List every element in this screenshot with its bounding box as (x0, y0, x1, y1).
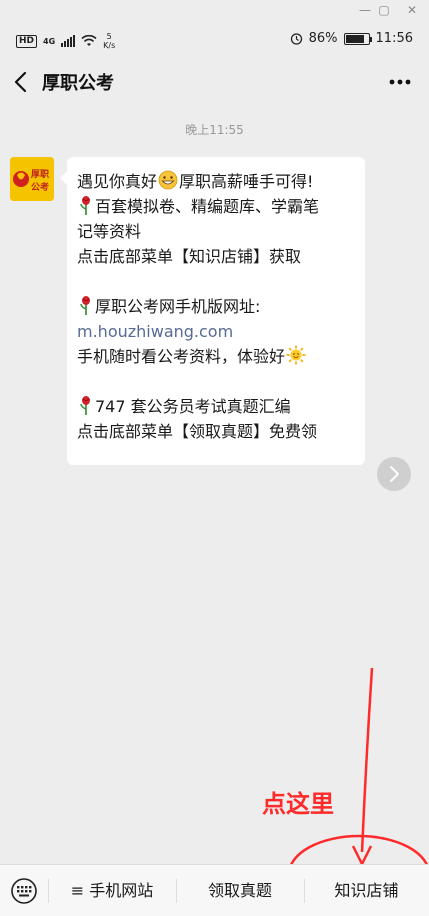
network-speed: 5 K/s (103, 32, 116, 50)
hd-badge: HD (16, 34, 38, 48)
message-line: 747 套公务员考试真题汇编 (77, 394, 355, 419)
message-line: 手机随时看公考资料，体验好 (77, 344, 355, 369)
message-line: 点击底部菜单【知识店铺】获取 (77, 247, 302, 266)
avatar[interactable]: 厚职 公考 (10, 157, 54, 201)
nav-bar: 厚职公考 (0, 56, 429, 108)
bottom-menu: ≡ 手机网站 领取真题 知识店铺 (0, 864, 429, 916)
svg-text:公考: 公考 (31, 181, 49, 193)
rose-icon (80, 196, 90, 215)
status-bar: HD 4G 5 K/s 86% 11:56 (0, 24, 429, 54)
svg-text:厚职: 厚职 (31, 169, 49, 180)
grin-emoji-icon (158, 170, 178, 190)
menu-item-mobile-site[interactable]: ≡ 手机网站 (48, 865, 176, 916)
annotation-arrow-head (351, 845, 373, 866)
more-dots-icon (389, 79, 411, 85)
forward-button[interactable] (377, 457, 411, 491)
keyboard-icon (11, 878, 37, 904)
page-title: 厚职公考 (42, 73, 114, 94)
message-line: 百套模拟卷、精编题库、学霸笔 (77, 194, 355, 219)
wifi-icon (81, 35, 97, 46)
battery-percent: 86% (308, 31, 338, 46)
chevron-left-icon (14, 71, 27, 93)
network-type: 4G (43, 36, 56, 46)
maximize-icon[interactable]: ▢ (372, 2, 396, 18)
annotation-arrow-line (360, 667, 374, 853)
sun-emoji-icon (286, 345, 306, 365)
signal-icon (61, 35, 76, 47)
message-line: 厚职公考网手机版网址: (77, 294, 355, 319)
rose-icon (80, 396, 90, 415)
more-button[interactable] (385, 68, 415, 96)
message-bubble[interactable]: 遇见你真好 厚职高薪唾手可得! 百套模拟卷、精编题库、学霸笔 记等资料 点击底部… (60, 157, 365, 465)
rose-icon (80, 296, 90, 315)
alarm-icon (290, 33, 302, 45)
chat-timestamp: 晚上11:55 (185, 123, 244, 137)
website-link[interactable]: m.houzhiwang.com (77, 319, 355, 344)
message-line: 记等资料 (77, 222, 142, 241)
message-line: 遇见你真好 厚职高薪唾手可得! (77, 170, 314, 191)
message-line: 点击底部菜单【领取真题】免费领 (77, 422, 318, 441)
back-button[interactable] (10, 68, 34, 96)
chevron-right-icon (390, 466, 399, 482)
battery-icon (343, 32, 372, 45)
close-icon[interactable]: ✕ (400, 2, 424, 18)
brand-logo: 厚职 公考 (10, 157, 54, 201)
menu-item-get-exams[interactable]: 领取真题 (176, 865, 304, 916)
keyboard-button[interactable] (6, 875, 42, 907)
annotation-text: 点这里 (262, 790, 334, 818)
clock: 11:56 (375, 31, 413, 46)
menu-item-knowledge-shop[interactable]: 知识店铺 (304, 865, 429, 916)
window-chrome: — ▢ ✕ (0, 0, 429, 20)
